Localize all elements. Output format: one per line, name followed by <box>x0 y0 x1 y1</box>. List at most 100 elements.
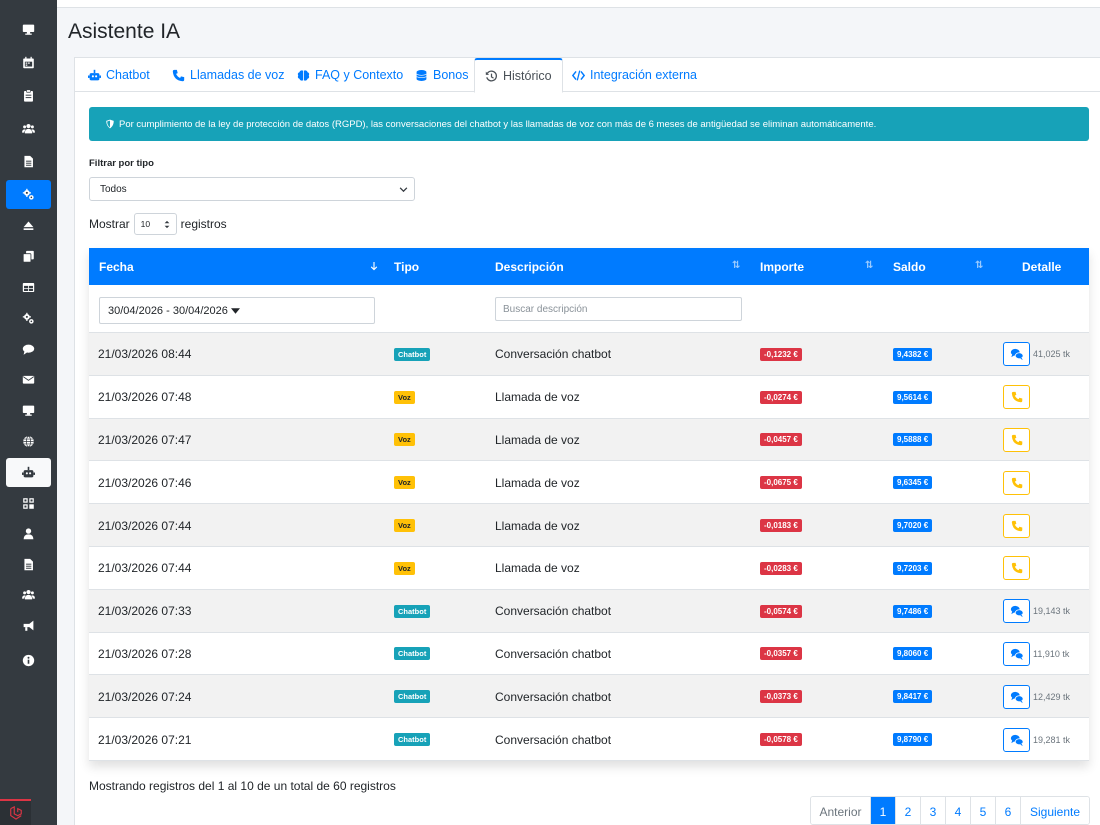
shield-icon <box>106 119 114 129</box>
page-length-select[interactable]: 10 <box>133 213 177 235</box>
date-range-input[interactable]: 30/04/2026 - 30/04/2026 <box>99 297 375 324</box>
view-conversation-button[interactable] <box>1003 684 1030 709</box>
tab-label: Histórico <box>503 69 552 83</box>
sidebar-item-eject[interactable] <box>6 211 51 240</box>
pagination-page-2[interactable]: 2 <box>895 797 920 824</box>
sidebar-item-file[interactable] <box>6 550 51 579</box>
tab-historico[interactable]: Histórico <box>474 58 563 93</box>
sidebar-item-table[interactable] <box>6 273 51 302</box>
pagination-page-1[interactable]: 1 <box>870 797 895 824</box>
cell-saldo: 9,8060 € <box>893 633 933 676</box>
sidebar-item-desktop[interactable] <box>6 396 51 425</box>
header-importe[interactable]: Importe <box>760 248 804 285</box>
tab-bar: Chatbot Llamadas de voz FAQ y Contexto B… <box>74 58 1100 93</box>
sidebar-item-comment[interactable] <box>6 335 51 364</box>
cell-descripcion: Conversación chatbot <box>495 689 612 704</box>
sidebar-item-bullhorn[interactable] <box>6 611 51 640</box>
tab-faq-contexto[interactable]: FAQ y Contexto <box>287 58 413 92</box>
robot-icon <box>22 466 35 478</box>
tab-integracion-externa[interactable]: Integración externa <box>562 58 707 92</box>
tab-chatbot[interactable]: Chatbot <box>78 58 160 92</box>
view-call-button[interactable] <box>1003 470 1030 495</box>
view-conversation-button[interactable] <box>1003 599 1030 624</box>
type-badge: Voz <box>394 390 415 404</box>
pagination-next[interactable]: Siguiente <box>1020 797 1089 824</box>
type-badge: Voz <box>394 433 415 447</box>
cell-descripcion: Llamada de voz <box>495 390 580 405</box>
tab-label: Llamadas de voz <box>190 68 285 82</box>
filter-type-select[interactable]: Todos <box>89 177 415 201</box>
column-filter-row: 30/04/2026 - 30/04/2026 Buscar descripci… <box>89 285 1089 333</box>
length-value: 10 <box>140 219 151 229</box>
pagination-prev[interactable]: Anterior <box>811 797 870 824</box>
balance-badge: 9,7203 € <box>893 561 933 575</box>
header-saldo[interactable]: Saldo <box>893 248 926 285</box>
phone-icon <box>1011 520 1022 531</box>
sidebar-item-cogs[interactable] <box>6 180 51 209</box>
sidebar-item-robot[interactable] <box>6 458 51 487</box>
sidebar-item-globe[interactable] <box>6 427 51 456</box>
cell-tipo: Chatbot <box>394 675 431 718</box>
sidebar-item-file[interactable] <box>6 147 51 176</box>
amount-badge: -0,0574 € <box>760 604 802 618</box>
view-call-button[interactable] <box>1003 385 1030 410</box>
view-call-button[interactable] <box>1003 556 1030 581</box>
sort-caret-icon <box>164 220 170 228</box>
cell-descripcion: Llamada de voz <box>495 518 580 533</box>
cell-tipo: Chatbot <box>394 633 431 676</box>
length-prefix: Mostrar <box>89 217 130 231</box>
cell-saldo: 9,7203 € <box>893 547 933 590</box>
cell-descripcion: Llamada de voz <box>495 475 580 490</box>
view-conversation-button[interactable] <box>1003 641 1030 666</box>
description-search-input[interactable]: Buscar descripción <box>495 297 742 321</box>
sidebar-item-clipboard[interactable] <box>6 81 51 110</box>
globe-icon <box>23 435 34 448</box>
cell-fecha: 21/03/2026 07:48 <box>98 390 192 405</box>
tab-bonos[interactable]: Bonos <box>405 58 478 92</box>
sidebar-item-users[interactable] <box>6 114 51 143</box>
sidebar-item-users[interactable] <box>6 580 51 609</box>
sidebar-item-user[interactable] <box>6 519 51 548</box>
sidebar-item-monitor[interactable] <box>6 15 51 44</box>
sidebar-item-grid[interactable] <box>6 489 51 518</box>
length-suffix: registros <box>180 217 227 231</box>
chevron-down-icon <box>399 186 408 192</box>
cell-detalle <box>1003 504 1030 547</box>
grid-icon <box>23 498 34 509</box>
cell-descripcion: Llamada de voz <box>495 432 580 447</box>
view-call-button[interactable] <box>1003 427 1030 452</box>
header-tipo[interactable]: Tipo <box>394 248 419 285</box>
user-icon <box>23 528 34 540</box>
users-icon <box>22 589 35 600</box>
pagination-page-4[interactable]: 4 <box>945 797 970 824</box>
top-navbar <box>57 0 1100 8</box>
users-icon <box>22 123 35 134</box>
amount-badge: -0,0283 € <box>760 561 802 575</box>
view-call-button[interactable] <box>1003 513 1030 538</box>
view-conversation-button[interactable] <box>1003 727 1030 752</box>
filter-type-label: Filtrar por tipo <box>89 158 154 169</box>
pagination-page-5[interactable]: 5 <box>970 797 995 824</box>
view-conversation-button[interactable] <box>1003 342 1030 367</box>
sidebar-item-copy[interactable] <box>6 242 51 271</box>
envelope-icon <box>22 375 35 384</box>
sidebar-item-info[interactable] <box>6 646 51 675</box>
tab-llamadas-voz[interactable]: Llamadas de voz <box>162 58 295 92</box>
pagination-page-3[interactable]: 3 <box>920 797 945 824</box>
sidebar-item-envelope[interactable] <box>6 365 51 394</box>
type-badge: Voz <box>394 561 415 575</box>
amount-badge: -0,0578 € <box>760 733 802 747</box>
sidebar-item-cogs[interactable] <box>6 304 51 333</box>
history-icon <box>485 69 497 81</box>
header-fecha[interactable]: Fecha <box>99 248 134 285</box>
cell-saldo: 9,5614 € <box>893 376 933 419</box>
type-badge: Voz <box>394 476 415 490</box>
cell-detalle <box>1003 419 1030 462</box>
cell-tipo: Voz <box>394 504 415 547</box>
table-info: Mostrando registros del 1 al 10 de un to… <box>89 779 396 793</box>
pagination-page-6[interactable]: 6 <box>995 797 1020 824</box>
sidebar-item-calendar[interactable] <box>6 48 51 77</box>
amount-badge: -0,0373 € <box>760 690 802 704</box>
cell-detalle <box>1003 376 1030 419</box>
header-descripcion[interactable]: Descripción <box>495 248 564 285</box>
